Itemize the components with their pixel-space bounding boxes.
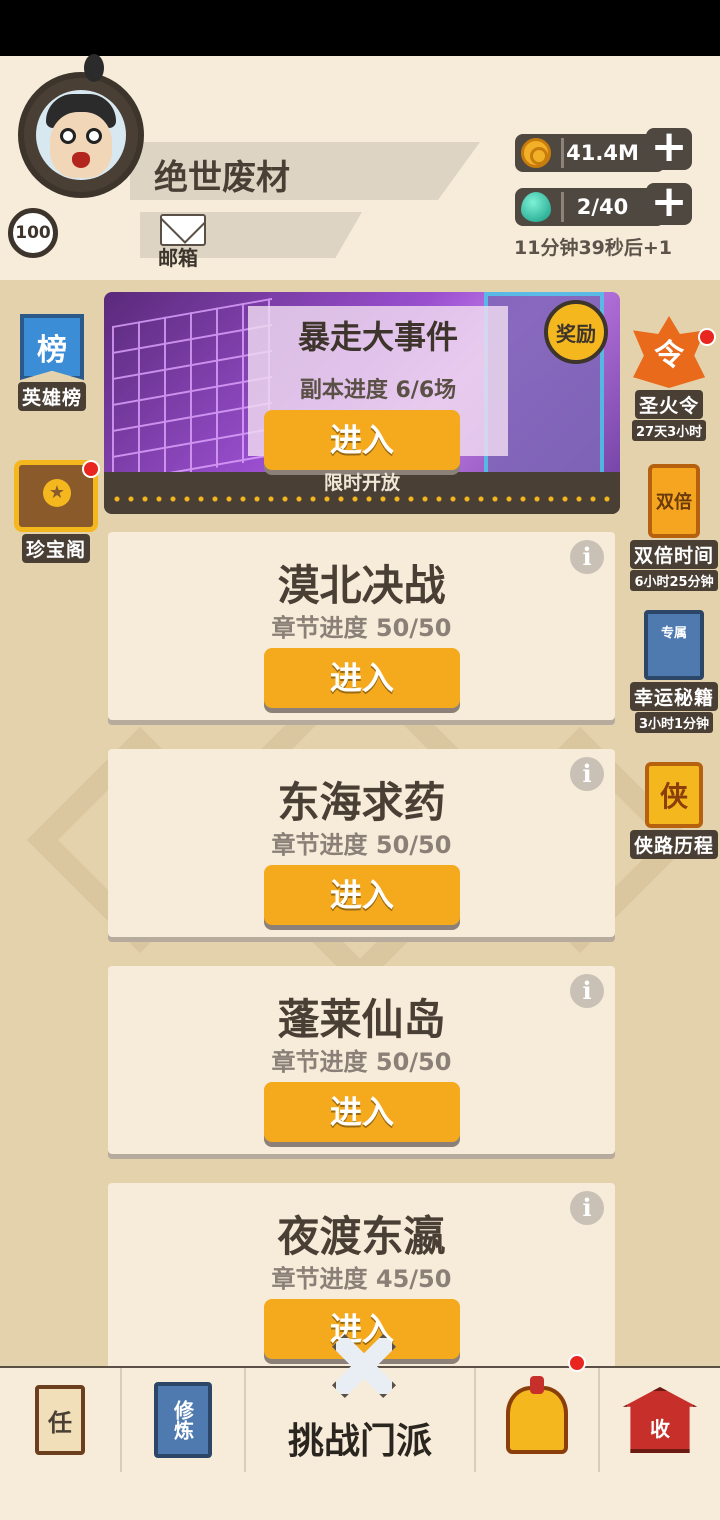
reward-badge[interactable]: 奖励 [544,300,608,364]
refill-timer: 11分钟39秒后+1 [514,237,673,259]
info-icon[interactable]: i [570,540,604,574]
mailbox-label[interactable]: 邮箱 [158,242,198,271]
bottom-nav: 任 修炼 挑战门派 收 [0,1334,720,1472]
helmet-icon [506,1376,568,1454]
hero-journey-label: 侠路历程 [630,830,719,859]
add-coins-button[interactable]: + [646,125,692,170]
bottom-padding [0,1472,720,1520]
stage-enter-button[interactable]: 进入 [264,1299,460,1359]
stage-title: 蓬莱仙岛 [277,995,446,1044]
holy-fire-order-button[interactable]: 令 圣火令 27天3小时 [632,316,707,441]
coins-display: 41.4M [515,134,665,172]
training-book-icon: 修炼 [154,1382,212,1458]
stage-title: 夜渡东瀛 [277,1212,446,1261]
treasure-pavilion-label: 珍宝阁 [21,534,90,563]
nav-collect[interactable]: 收 [600,1368,720,1472]
limited-time-label: 限时开放 [323,472,400,494]
stage-card[interactable]: 东海求药 章节进度 50/50 i 进入 [108,749,615,937]
nav-tasks[interactable]: 任 [0,1368,122,1472]
hero-ranking-label: 英雄榜 [18,382,87,411]
nav-training[interactable]: 修炼 [122,1368,246,1472]
event-strip-lights [110,496,614,502]
stage-card[interactable]: 蓬莱仙岛 章节进度 50/50 i 进入 [108,966,615,1154]
stage-card[interactable]: 夜渡东瀛 章节进度 45/50 i 进入 [108,1183,615,1366]
stamina-display: 2/40 [515,188,665,226]
collect-house-icon: 收 [623,1387,697,1453]
avatar[interactable] [18,54,144,198]
avatar-face [36,90,126,180]
topknot [84,54,104,82]
task-scroll-icon: 任 [35,1385,85,1455]
lucky-manual-label: 幸运秘籍 [630,682,719,711]
notification-dot [82,460,100,478]
notification-dot [698,328,716,346]
nav-challenge-sect[interactable]: 挑战门派 [246,1334,476,1472]
level-badge: 100 [8,208,58,258]
hero-ranking-button[interactable]: 榜 英雄榜 [18,314,87,411]
ranking-icon: 榜 [20,314,84,380]
face-shape [50,112,112,178]
double-time-timer: 6小时25分钟 [630,570,718,591]
stage-enter-button[interactable]: 进入 [264,648,460,708]
event-enter-button[interactable]: 进入 [264,410,460,470]
lucky-manual-timer: 3小时1分钟 [634,712,714,733]
right-eye [86,128,102,144]
event-title: 暴走大事件 [297,318,458,356]
stage-progress: 章节进度 50/50 [271,831,452,859]
holy-fire-timer: 27天3小时 [632,420,707,441]
coin-icon [521,138,551,168]
left-eye [60,128,76,144]
stage-title: 漠北决战 [277,561,446,610]
event-progress: 副本进度 6/6场 [299,378,457,403]
stage-progress: 章节进度 50/50 [271,1048,452,1076]
status-bar [0,0,720,56]
double-time-button[interactable]: 双倍 双倍时间 6小时25分钟 [630,464,719,591]
gem-icon [521,192,551,222]
info-icon[interactable]: i [570,757,604,791]
holy-fire-label: 圣火令 [635,390,704,419]
holy-fire-icon: 令 [633,316,706,388]
stage-title: 东海求药 [277,778,446,827]
mouth [72,152,90,168]
info-icon[interactable]: i [570,974,604,1008]
lucky-manual-button[interactable]: 专属 幸运秘籍 3小时1分钟 [630,610,719,733]
hero-journey-button[interactable]: 侠 侠路历程 [630,762,719,859]
stage-enter-button[interactable]: 进入 [264,1082,460,1142]
stage-enter-button[interactable]: 进入 [264,865,460,925]
notification-dot [568,1354,586,1372]
add-stamina-button[interactable]: + [646,180,692,225]
double-scroll-icon: 双倍 [648,464,700,538]
stage-progress: 章节进度 45/50 [271,1265,452,1293]
stage-card[interactable]: 漠北决战 章节进度 50/50 i 进入 [108,532,615,720]
challenge-sect-label: 挑战门派 [287,1421,432,1462]
main-area: 榜 英雄榜 珍宝阁 令 圣火令 27天3小时 双倍 双倍时间 6小时25分钟 专… [0,280,720,1366]
double-time-label: 双倍时间 [630,540,719,569]
nav-heroes[interactable] [476,1354,600,1472]
hero-journey-icon: 侠 [645,762,703,828]
player-name: 绝世废材 [154,158,290,198]
lucky-book-icon: 专属 [644,610,704,680]
info-icon[interactable]: i [570,1191,604,1225]
stage-progress: 章节进度 50/50 [271,614,452,642]
